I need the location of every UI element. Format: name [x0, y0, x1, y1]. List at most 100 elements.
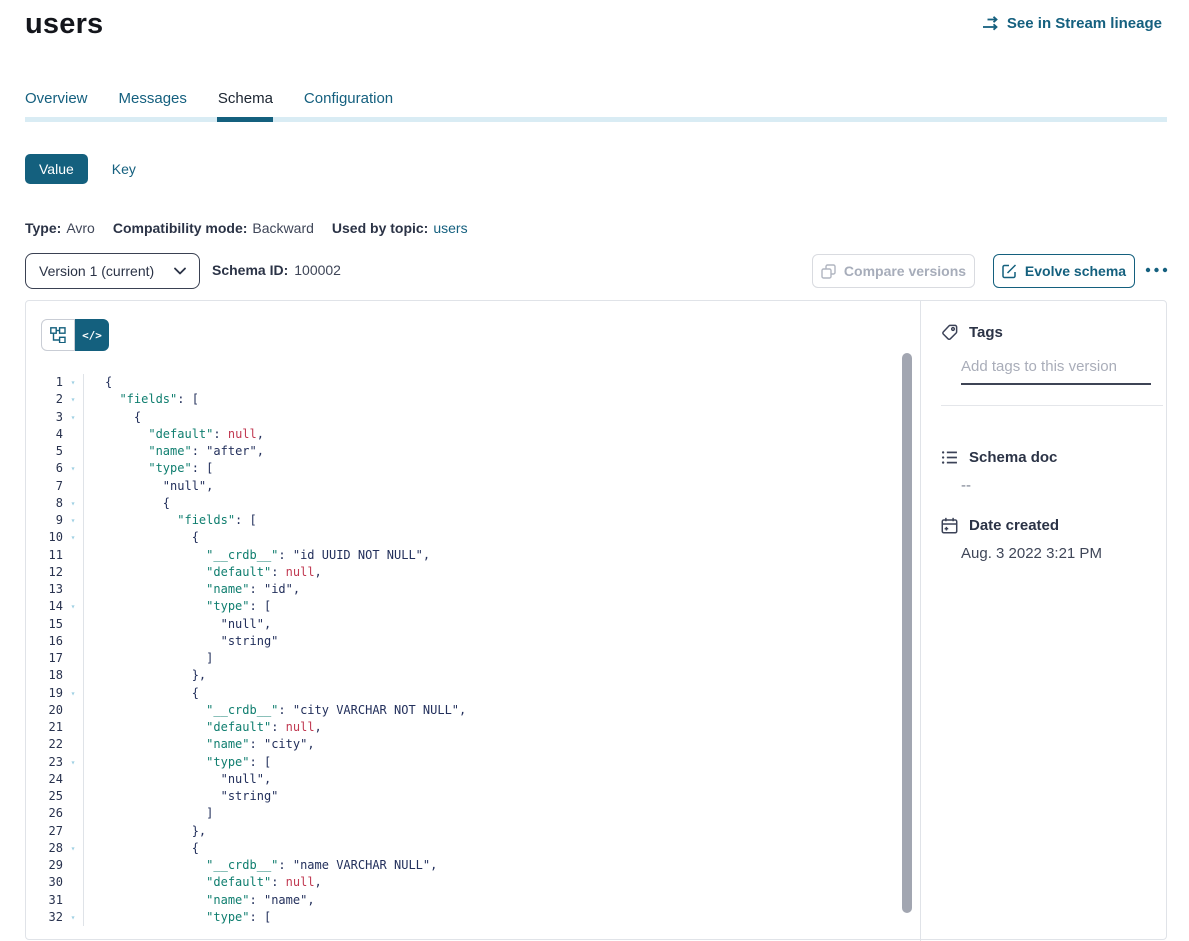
fold-arrow-icon[interactable]: ▾ [63, 374, 83, 391]
line-number: 29 [26, 857, 63, 874]
calendar-icon [941, 517, 958, 534]
fold-spacer [63, 616, 83, 633]
tree-view-button[interactable] [41, 319, 75, 351]
evolve-schema-button[interactable]: Evolve schema [993, 254, 1135, 288]
code-line: 11 "__crdb__": "id UUID NOT NULL", [26, 547, 920, 564]
compare-versions-icon [821, 264, 836, 279]
line-number: 2 [26, 391, 63, 408]
code-text: "null", [83, 616, 271, 633]
line-number: 1 [26, 374, 63, 391]
code-text: "name": "after", [83, 443, 264, 460]
schema-id-value: 100002 [294, 262, 341, 278]
tab-configuration[interactable]: Configuration [304, 90, 393, 115]
value-toggle-button[interactable]: Value [25, 154, 88, 184]
tags-input[interactable] [961, 354, 1151, 385]
fold-spacer [63, 633, 83, 650]
code-text: "default": null, [83, 719, 322, 736]
type-pair: Type: Avro [25, 220, 95, 236]
code-lines: 1▾{2▾ "fields": [3▾ {4 "default": null,5… [26, 374, 920, 926]
line-number: 11 [26, 547, 63, 564]
date-created-heading-label: Date created [969, 517, 1059, 534]
compare-versions-button[interactable]: Compare versions [812, 254, 975, 288]
line-number: 3 [26, 409, 63, 426]
code-line: 16 "string" [26, 633, 920, 650]
date-created-value: Aug. 3 2022 3:21 PM [961, 545, 1102, 562]
ellipsis-icon [1144, 266, 1170, 274]
line-number: 16 [26, 633, 63, 650]
fold-arrow-icon[interactable]: ▾ [63, 529, 83, 546]
line-number: 6 [26, 460, 63, 477]
code-line: 30 "default": null, [26, 874, 920, 891]
fold-arrow-icon[interactable]: ▾ [63, 840, 83, 857]
version-select[interactable]: Version 1 (current) [25, 253, 200, 289]
code-line: 6▾ "type": [ [26, 460, 920, 477]
code-line: 8▾ { [26, 495, 920, 512]
fold-arrow-icon[interactable]: ▾ [63, 391, 83, 408]
more-options-button[interactable] [1144, 262, 1174, 278]
code-line: 32▾ "type": [ [26, 909, 920, 926]
used-by-topic-label: Used by topic: [332, 220, 428, 236]
fold-arrow-icon[interactable]: ▾ [63, 909, 83, 926]
schema-id: Schema ID: 100002 [212, 262, 341, 278]
code-text: "type": [ [83, 754, 271, 771]
line-number: 20 [26, 702, 63, 719]
code-text: "fields": [ [83, 391, 199, 408]
line-number: 30 [26, 874, 63, 891]
tab-overview[interactable]: Overview [25, 90, 88, 115]
code-text: "__crdb__": "name VARCHAR NULL", [83, 857, 437, 874]
line-number: 7 [26, 478, 63, 495]
list-icon [941, 449, 958, 466]
compatibility-value: Backward [252, 220, 313, 236]
code-text: }, [83, 823, 206, 840]
code-line: 28▾ { [26, 840, 920, 857]
fold-spacer [63, 702, 83, 719]
page-title: users [25, 8, 103, 41]
code-scrollbar[interactable] [902, 353, 912, 913]
code-view-button[interactable]: </> [75, 319, 109, 351]
code-text: "type": [ [83, 598, 271, 615]
fold-spacer [63, 892, 83, 909]
code-line: 22 "name": "city", [26, 736, 920, 753]
code-line: 13 "name": "id", [26, 581, 920, 598]
code-line: 29 "__crdb__": "name VARCHAR NULL", [26, 857, 920, 874]
used-by-topic-link[interactable]: users [433, 220, 467, 236]
code-line: 9▾ "fields": [ [26, 512, 920, 529]
line-number: 23 [26, 754, 63, 771]
schema-meta-row: Type: Avro Compatibility mode: Backward … [25, 220, 468, 236]
code-text: ] [83, 650, 213, 667]
line-number: 17 [26, 650, 63, 667]
fold-arrow-icon[interactable]: ▾ [63, 685, 83, 702]
line-number: 21 [26, 719, 63, 736]
line-number: 24 [26, 771, 63, 788]
tree-view-icon [50, 327, 66, 343]
code-line: 31 "name": "name", [26, 892, 920, 909]
tags-section-heading: Tags [941, 324, 1003, 341]
type-value: Avro [66, 220, 95, 236]
fold-arrow-icon[interactable]: ▾ [63, 754, 83, 771]
fold-arrow-icon[interactable]: ▾ [63, 598, 83, 615]
code-text: "name": "city", [83, 736, 315, 753]
tab-schema-active-indicator [217, 117, 273, 122]
stream-lineage-label: See in Stream lineage [1007, 15, 1162, 32]
code-text: "null", [83, 771, 271, 788]
fold-spacer [63, 426, 83, 443]
stream-lineage-link[interactable]: See in Stream lineage [982, 15, 1162, 32]
fold-spacer [63, 736, 83, 753]
fold-spacer [63, 581, 83, 598]
tab-messages[interactable]: Messages [119, 90, 187, 115]
used-by-topic-pair: Used by topic: users [332, 220, 468, 236]
chevron-down-icon [174, 267, 186, 275]
tab-schema[interactable]: Schema [218, 90, 273, 115]
code-text: "__crdb__": "city VARCHAR NOT NULL", [83, 702, 466, 719]
code-line: 18 }, [26, 667, 920, 684]
fold-arrow-icon[interactable]: ▾ [63, 495, 83, 512]
code-line: 2▾ "fields": [ [26, 391, 920, 408]
edit-icon [1002, 264, 1017, 279]
key-toggle-button[interactable]: Key [112, 161, 136, 177]
fold-arrow-icon[interactable]: ▾ [63, 409, 83, 426]
fold-arrow-icon[interactable]: ▾ [63, 460, 83, 477]
compatibility-label: Compatibility mode: [113, 220, 248, 236]
fold-arrow-icon[interactable]: ▾ [63, 512, 83, 529]
line-number: 5 [26, 443, 63, 460]
schema-doc-value: -- [961, 477, 971, 494]
